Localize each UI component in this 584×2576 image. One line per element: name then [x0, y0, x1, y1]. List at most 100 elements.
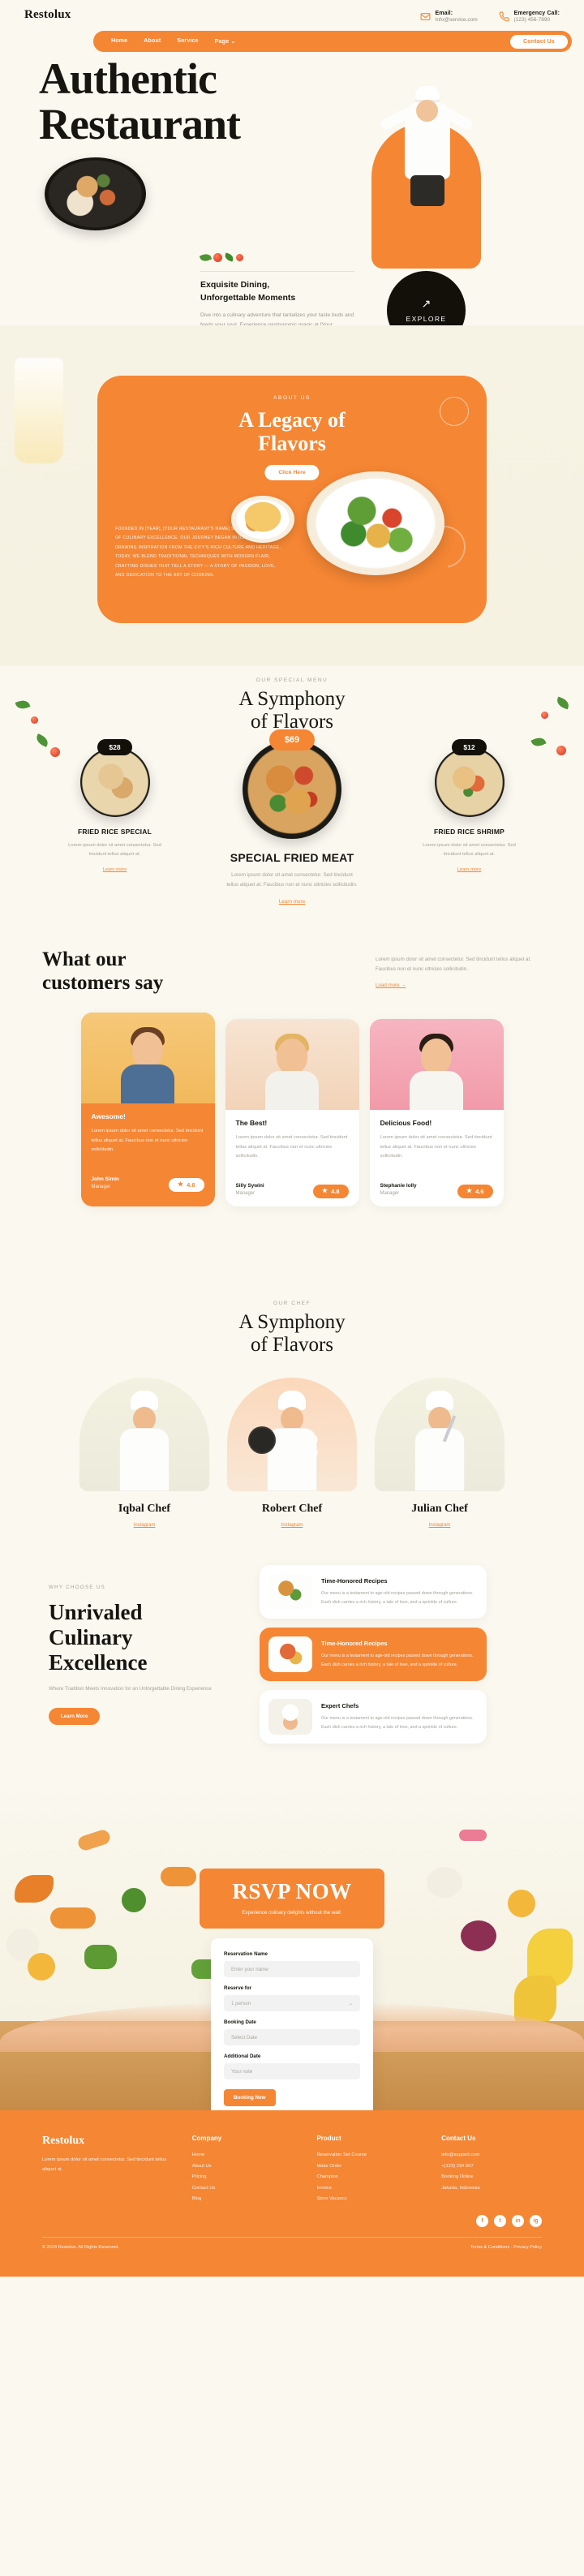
frying-pan-icon [250, 1428, 274, 1452]
why-learn-more-button[interactable]: Learn More [49, 1708, 101, 1726]
reserve-for-select[interactable]: 1 person ⌄ [224, 1995, 360, 2011]
menu-item-image [434, 747, 505, 817]
footer-link[interactable]: Invoice [316, 2183, 417, 2195]
chef-name: Robert Chef [261, 1503, 323, 1515]
testimonial-quote: Lorem ipsum dolor sit amet consectetur. … [235, 1135, 348, 1159]
brand-logo[interactable]: Restolux [24, 8, 71, 22]
twitter-icon[interactable]: t [494, 2215, 506, 2228]
menu-item-learn-more[interactable]: Learn more [103, 867, 127, 872]
chef-card-list: Iqbal Chef Instagram Robert Chef Instagr… [0, 1378, 584, 1530]
chef-instagram-link[interactable]: Instagram [134, 1523, 156, 1528]
feature-title: Time-Honored Recipes [321, 1577, 388, 1585]
footer-link[interactable]: Make Order [316, 2161, 417, 2173]
hero-veg-decoration [199, 247, 354, 268]
hero-subtitle: Exquisite Dining, Unforgettable Moments [200, 280, 296, 303]
testimonial-card[interactable]: Delicious Food! Lorem ipsum dolor sit am… [369, 1019, 504, 1206]
feature-row[interactable]: Time-Honored Recipes Our menu is a testa… [260, 1628, 487, 1681]
social-links: f t in ig [441, 2215, 542, 2228]
load-more-link[interactable]: Load more → [376, 983, 406, 988]
footer-link[interactable]: Blog [192, 2194, 293, 2205]
testimonial-avatar [369, 1019, 504, 1110]
rsvp-banner: RSVP NOW Experience culinary delights wi… [200, 1869, 384, 1929]
why-eyebrow: WHY CHOOSE US [49, 1585, 106, 1590]
booking-now-button[interactable]: Booking Now [224, 2089, 276, 2106]
feature-row[interactable]: Time-Honored Recipes Our menu is a testa… [260, 1565, 487, 1619]
about-click-here-button[interactable]: Click Here [264, 465, 320, 480]
pasta-dish-image [231, 496, 294, 543]
testimonial-rating: ★ 4.6 [168, 1177, 204, 1192]
testimonial-name: John Simin [91, 1176, 119, 1182]
menu-item[interactable]: $28 FRIED RICE SPECIAL Lorem ipsum dolor… [46, 739, 184, 875]
menu-item-learn-more[interactable]: Learn more [279, 899, 305, 905]
testimonial-quote: Lorem ipsum dolor sit amet consectetur. … [91, 1129, 204, 1153]
chefs-title: A Symphony of Flavors [238, 1311, 346, 1356]
footer-link[interactable]: +(123) 234 567 [441, 2161, 542, 2173]
star-icon: ★ [177, 1180, 184, 1189]
header-phone[interactable]: Emergency Call: (123) 456-7890 [499, 10, 560, 24]
hero-title: Authentic Restaurant [39, 56, 241, 149]
feature-row[interactable]: Expert Chefs Our menu is a testament to … [260, 1690, 487, 1744]
footer-legal-links[interactable]: Terms & Conditions · Privacy Policy [470, 2245, 542, 2250]
testimonial-card[interactable]: Awesome! Lorem ipsum dolor sit amet cons… [80, 1013, 215, 1206]
footer-link[interactable]: About Us [192, 2161, 293, 2173]
menu-item[interactable]: $69 SPECIAL FRIED MEAT Lorem ipsum dolor… [205, 729, 380, 907]
hero-title-line2: Restaurant [39, 100, 241, 149]
chef-card[interactable]: Robert Chef Instagram [227, 1378, 357, 1530]
footer-link[interactable]: Jakarta, Indonesia [441, 2183, 542, 2195]
footer-link[interactable]: Booking Online [441, 2172, 542, 2183]
instagram-icon[interactable]: ig [530, 2215, 542, 2228]
hero-chef-image [378, 86, 475, 208]
about-eyebrow: ABOUT US [273, 395, 311, 401]
footer-link-list: info@support.com +(123) 234 567 Booking … [441, 2150, 542, 2194]
rsvp-subtitle: Experience culinary delights without the… [242, 1910, 342, 1916]
testimonial-card[interactable]: The Best! Lorem ipsum dolor sit amet con… [225, 1019, 359, 1206]
chef-card[interactable]: Julian Chef Instagram [375, 1378, 505, 1530]
facebook-icon[interactable]: f [476, 2215, 488, 2228]
tomato-icon [31, 716, 38, 724]
menu-item-price: $28 [97, 739, 132, 755]
chef-name: Julian Chef [411, 1503, 468, 1515]
menu-item[interactable]: $12 FRIED RICE SHRIMP Lorem ipsum dolor … [401, 739, 539, 875]
chef-instagram-link[interactable]: Instagram [429, 1523, 451, 1528]
menu-item-name: FRIED RICE SPECIAL [78, 828, 152, 836]
lemon-image [508, 1890, 535, 1917]
label-additional-date: Additional Date [224, 2053, 261, 2059]
chef-card[interactable]: Iqbal Chef Instagram [79, 1378, 209, 1530]
feature-desc: Our menu is a testament to age-old recip… [321, 1591, 474, 1605]
testimonial-avatar [225, 1019, 359, 1110]
footer-link[interactable]: Contact Us [192, 2183, 293, 2195]
footer-link[interactable]: Home [192, 2150, 293, 2161]
menu-item-learn-more[interactable]: Learn more [457, 867, 482, 872]
booking-date-input[interactable] [224, 2029, 360, 2045]
footer-brand-column: Restolux Lorem ipsum dolor sit amet cons… [42, 2135, 168, 2227]
header-email[interactable]: Email: Info@service.com [420, 10, 478, 24]
header-contacts: Email: Info@service.com Emergency Call: … [420, 8, 560, 24]
hero-dish-image [45, 157, 146, 230]
footer-link[interactable]: Reservation Set Course [316, 2150, 417, 2161]
field-booking-date: Booking Date [224, 2019, 360, 2045]
why-choose-us-section: WHY CHOOSE US Unrivaled Culinary Excelle… [0, 1542, 584, 1786]
testimonial-avatar [80, 1013, 215, 1103]
feature-desc: Our menu is a testament to age-old recip… [321, 1716, 474, 1730]
footer-link[interactable]: Pricing [192, 2172, 293, 2183]
testimonials-intro: Lorem ipsum dolor sit amet consectetur. … [376, 957, 531, 973]
footer-link[interactable]: Champion [316, 2172, 417, 2183]
additional-date-input[interactable] [224, 2063, 360, 2079]
footer-column-contact: Contact Us info@support.com +(123) 234 5… [441, 2135, 542, 2228]
cauliflower-image [427, 1867, 462, 1898]
chef-instagram-link[interactable]: Instagram [281, 1523, 303, 1528]
linkedin-icon[interactable]: in [512, 2215, 524, 2228]
salad-dish-image [307, 471, 444, 575]
footer-link[interactable]: Store Vacancy [316, 2194, 417, 2205]
reservation-name-input[interactable] [224, 1961, 360, 1977]
testimonials-section: What our customers say Lorem ipsum dolor… [0, 926, 584, 1283]
menu-item-name: SPECIAL FRIED MEAT [230, 851, 354, 864]
rating-value: 4.6 [475, 1187, 484, 1195]
tomato-icon [236, 253, 243, 261]
rsvp-section: RSVP NOW Experience culinary delights wi… [0, 1786, 584, 2110]
footer-link[interactable]: info@support.com [441, 2150, 542, 2161]
footer-brand[interactable]: Restolux [42, 2135, 168, 2148]
menu-item-image [79, 747, 150, 817]
footer-copyright: © 2024 Restolux. All Rights Reserved. [42, 2245, 119, 2251]
reserve-for-value: 1 person [231, 2000, 251, 2006]
